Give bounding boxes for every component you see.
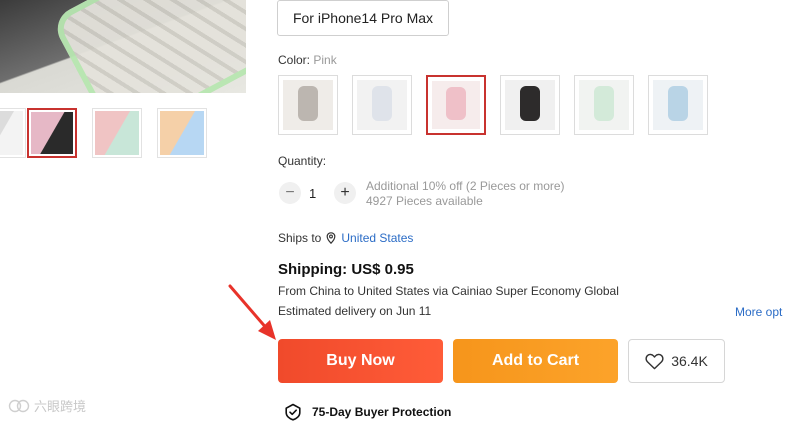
color-selected-value: Pink <box>313 53 337 67</box>
discount-note: Additional 10% off (2 Pieces or more) <box>366 179 565 193</box>
wishlist-count: 36.4K <box>671 353 708 369</box>
thumb-pink-black[interactable] <box>27 108 77 158</box>
variant-option-label: For iPhone14 Pro Max <box>292 10 434 26</box>
swatch-blue[interactable] <box>648 75 708 135</box>
phone-case-image <box>298 86 318 121</box>
phone-case-image <box>520 86 540 121</box>
buyer-protection-text: 75-Day Buyer Protection <box>312 405 452 419</box>
phone-case-image <box>668 86 688 121</box>
variant-option-button[interactable]: For iPhone14 Pro Max <box>277 0 449 36</box>
route-to: to <box>344 284 355 298</box>
thumbnail-strip <box>0 108 246 162</box>
quantity-increase-button[interactable]: + <box>334 182 356 204</box>
swatch-image <box>357 80 407 130</box>
quantity-value[interactable]: 1 <box>309 186 316 201</box>
watermark-logo-icon <box>8 399 30 412</box>
swatch-black[interactable] <box>500 75 560 135</box>
ships-to-label: Ships to <box>278 231 322 245</box>
route-destination: United States <box>357 284 430 298</box>
route-origin: China <box>309 284 341 298</box>
phone-case-image <box>594 86 614 121</box>
route-from: From <box>278 284 306 298</box>
swatch-image <box>432 81 480 129</box>
add-to-cart-label: Add to Cart <box>491 352 580 369</box>
swatch-clear-black[interactable] <box>278 75 338 135</box>
thumbnail-image <box>160 111 204 155</box>
quantity-decrease-button[interactable]: − <box>279 182 301 204</box>
main-product-image[interactable] <box>0 0 246 93</box>
swatch-green[interactable] <box>574 75 634 135</box>
thumb-multi[interactable] <box>157 108 207 158</box>
buy-now-label: Buy Now <box>326 352 395 369</box>
swatch-clear[interactable] <box>352 75 412 135</box>
phone-case-image <box>372 86 392 121</box>
wishlist-button[interactable]: 36.4K <box>628 339 725 383</box>
quantity-label: Quantity: <box>278 154 327 168</box>
color-label: Color: Pink <box>278 53 337 67</box>
thumb-rainbow[interactable] <box>92 108 142 158</box>
shield-icon <box>285 403 301 421</box>
swatch-image <box>505 80 555 130</box>
buy-now-button[interactable]: Buy Now <box>278 339 443 383</box>
buyer-protection: 75-Day Buyer Protection <box>284 403 451 421</box>
swatch-pink[interactable] <box>426 75 486 135</box>
thumbnail-image <box>95 111 139 155</box>
thumb-clear[interactable] <box>0 108 26 158</box>
case-image-detail <box>50 0 246 93</box>
thumbnail-image <box>31 112 73 154</box>
delivery-label: Estimated delivery on <box>278 304 393 318</box>
location-pin-icon <box>326 232 336 244</box>
estimated-delivery: Estimated delivery on Jun 11 <box>278 304 431 318</box>
thumbnail-image <box>0 111 23 155</box>
shipping-route: From China to United States via Cainiao … <box>278 284 619 298</box>
ships-to-row: Ships to United States <box>278 231 413 245</box>
swatch-image <box>283 80 333 130</box>
shipping-price: Shipping: US$ 0.95 <box>278 261 414 278</box>
stock-available: 4927 Pieces available <box>366 194 483 208</box>
route-carrier: via Cainiao Super Economy Global <box>432 284 619 298</box>
color-label-text: Color: <box>278 53 311 67</box>
swatch-image <box>653 80 703 130</box>
more-shipping-options-link[interactable]: More opt <box>735 305 782 319</box>
phone-case-image <box>446 86 466 121</box>
watermark-text: 六眼跨境 <box>34 399 87 414</box>
watermark: 六眼跨境 <box>8 396 86 415</box>
heart-icon <box>645 353 664 369</box>
delivery-date: Jun 11 <box>396 304 432 318</box>
quantity-note: Additional 10% off (2 Pieces or more) 49… <box>366 179 565 209</box>
swatch-image <box>579 80 629 130</box>
add-to-cart-button[interactable]: Add to Cart <box>453 339 618 383</box>
ships-to-country-link[interactable]: United States <box>341 231 413 245</box>
